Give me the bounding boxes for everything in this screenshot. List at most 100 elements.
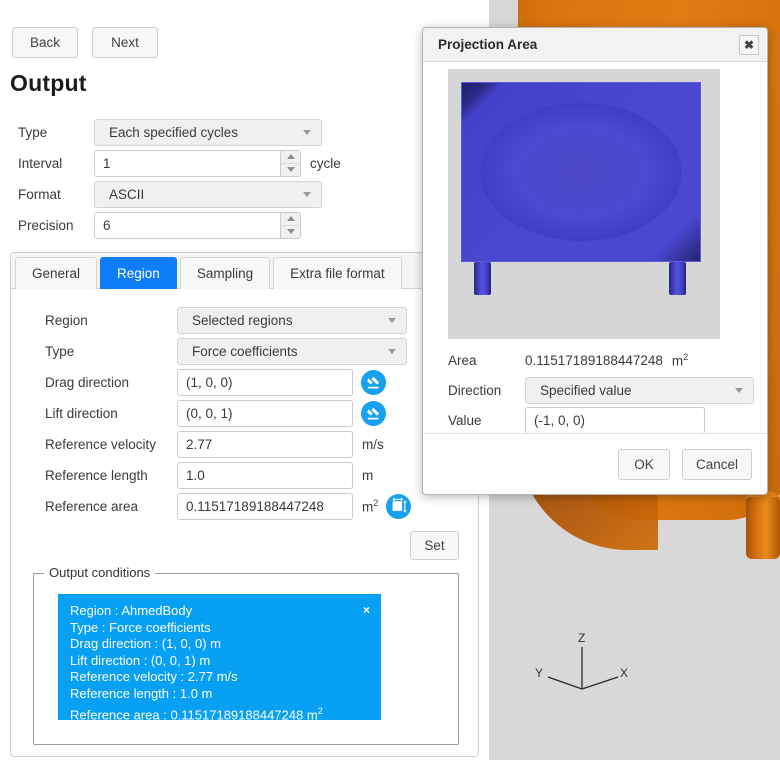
area-value: 0.11517189188447248 (525, 352, 663, 368)
set-button[interactable]: Set (410, 531, 459, 560)
axis-label-x: X (620, 666, 628, 680)
output-conditions-fieldset: Output conditions × Region : AhmedBody T… (33, 565, 459, 745)
field-reference-length: Reference length 1.0 m (45, 460, 411, 491)
drag-direction-label: Drag direction (45, 375, 130, 390)
field-interval: Interval 1 cycle (18, 148, 341, 178)
reference-area-unit: m2 (362, 498, 379, 515)
interval-spin-down[interactable] (281, 162, 300, 176)
interval-spin-buttons[interactable] (280, 149, 301, 177)
precision-spin-down[interactable] (281, 224, 300, 238)
projection-leg (474, 262, 491, 295)
field-precision: Precision 6 (18, 210, 341, 240)
condition-line: Lift direction : (0, 0, 1) m (70, 652, 211, 668)
axis-triad-icon: Z X Y (535, 631, 628, 690)
reference-velocity-label: Reference velocity (45, 437, 157, 452)
direction-label: Direction (448, 382, 502, 398)
lift-direction-label: Lift direction (45, 406, 118, 421)
lift-direction-input[interactable]: (0, 0, 1) (177, 400, 353, 427)
condition-line: Reference velocity : 2.77 m/s (70, 669, 238, 685)
field-reference-velocity: Reference velocity 2.77 m/s (45, 429, 411, 460)
region-type-select[interactable]: Force coefficients (177, 338, 407, 365)
precision-spin-buttons[interactable] (280, 211, 301, 239)
dialog-title-bar: Projection Area ✖ (423, 28, 767, 62)
remove-condition-icon[interactable]: × (363, 602, 370, 619)
chevron-down-icon (388, 349, 396, 354)
chevron-down-icon (303, 191, 311, 197)
close-icon[interactable]: ✖ (739, 34, 759, 55)
output-page: Back Next Output Type Each specified cyc… (0, 0, 489, 780)
interval-input[interactable]: 1 (94, 149, 280, 177)
precision-stepper[interactable]: 6 (94, 211, 301, 239)
triangle-up-icon (286, 154, 295, 159)
output-conditions-legend: Output conditions (44, 565, 156, 580)
precision-input[interactable]: 6 (94, 211, 280, 239)
region-select-value: Selected regions (192, 313, 293, 328)
region-form: Region Selected regions Type Force coeff… (45, 305, 412, 522)
tab-extra-file-format[interactable]: Extra file format (273, 257, 402, 289)
field-format: Format ASCII (18, 179, 341, 209)
chevron-down-icon (303, 129, 311, 135)
type-select[interactable]: Each specified cycles (94, 118, 322, 146)
projection-leg (669, 262, 686, 295)
chevron-down-icon (388, 318, 396, 323)
reference-velocity-input[interactable]: 2.77 (177, 431, 353, 458)
precision-label: Precision (18, 217, 74, 233)
back-button[interactable]: Back (12, 27, 78, 58)
format-select-value: ASCII (109, 186, 145, 202)
region-label: Region (45, 313, 88, 328)
field-region: Region Selected regions (45, 305, 411, 336)
triangle-down-icon (286, 167, 295, 172)
wizard-navigation: Back Next (12, 27, 158, 58)
tab-strip: General Region Sampling Extra file forma… (11, 253, 478, 289)
interval-spin-up[interactable] (281, 151, 300, 163)
region-type-select-value: Force coefficients (192, 344, 298, 359)
field-area: Area 0.11517189188447248 m2 (448, 345, 754, 375)
output-settings-form: Type Each specified cycles Interval 1 cy… (18, 117, 341, 241)
output-tab-panel: General Region Sampling Extra file forma… (10, 252, 479, 757)
dialog-footer: OK Cancel (423, 433, 767, 494)
chevron-down-icon (735, 387, 743, 393)
tab-general[interactable]: General (15, 257, 98, 289)
lift-direction-picker-icon[interactable] (361, 401, 386, 426)
reference-area-label: Reference area (45, 499, 139, 514)
condition-line-area: Reference area : 0.11517189188447248 m2 (70, 705, 323, 722)
precision-spin-up[interactable] (281, 213, 300, 225)
reference-length-input[interactable]: 1.0 (177, 462, 353, 489)
reference-area-input[interactable]: 0.11517189188447248 (177, 493, 353, 520)
interval-label: Interval (18, 155, 63, 171)
value-label: Value (448, 412, 482, 428)
region-select[interactable]: Selected regions (177, 307, 407, 334)
ok-button[interactable]: OK (618, 448, 670, 480)
drag-direction-input[interactable]: (1, 0, 0) (177, 369, 353, 396)
condition-line: Reference length : 1.0 m (70, 685, 213, 701)
region-type-label: Type (45, 344, 75, 359)
interval-unit: cycle (310, 155, 341, 171)
page-title: Output (10, 70, 87, 96)
tab-sampling[interactable]: Sampling (179, 257, 271, 289)
projection-preview[interactable] (448, 69, 720, 339)
value-input[interactable]: (-1, 0, 0) (525, 406, 705, 434)
type-label: Type (18, 124, 48, 140)
direction-select[interactable]: Specified value (525, 376, 754, 404)
field-lift-direction: Lift direction (0, 0, 1) (45, 398, 411, 429)
projection-area-dialog: Projection Area ✖ Area 0.115171891884472… (422, 27, 768, 495)
field-drag-direction: Drag direction (1, 0, 0) (45, 367, 411, 398)
next-button[interactable]: Next (92, 27, 158, 58)
axis-label-z: Z (578, 631, 585, 645)
cancel-button[interactable]: Cancel (682, 448, 752, 480)
field-value: Value (-1, 0, 0) (448, 405, 754, 435)
reference-length-unit: m (362, 468, 374, 483)
dialog-title: Projection Area (438, 37, 538, 52)
area-unit: m2 (671, 351, 689, 369)
condition-line: Drag direction : (1, 0, 0) m (70, 636, 221, 652)
reference-length-label: Reference length (45, 468, 148, 483)
projection-area-icon[interactable] (386, 494, 412, 519)
format-select[interactable]: ASCII (94, 180, 322, 208)
output-condition-item[interactable]: × Region : AhmedBody Type : Force coeffi… (58, 594, 381, 722)
projection-body-shape (461, 82, 701, 262)
direction-select-value: Specified value (540, 382, 632, 398)
interval-stepper[interactable]: 1 (94, 149, 301, 177)
app-root: Z X Y Back Next Output Type Each specifi… (0, 0, 780, 780)
drag-direction-picker-icon[interactable] (361, 370, 386, 395)
tab-region[interactable]: Region (100, 257, 177, 289)
